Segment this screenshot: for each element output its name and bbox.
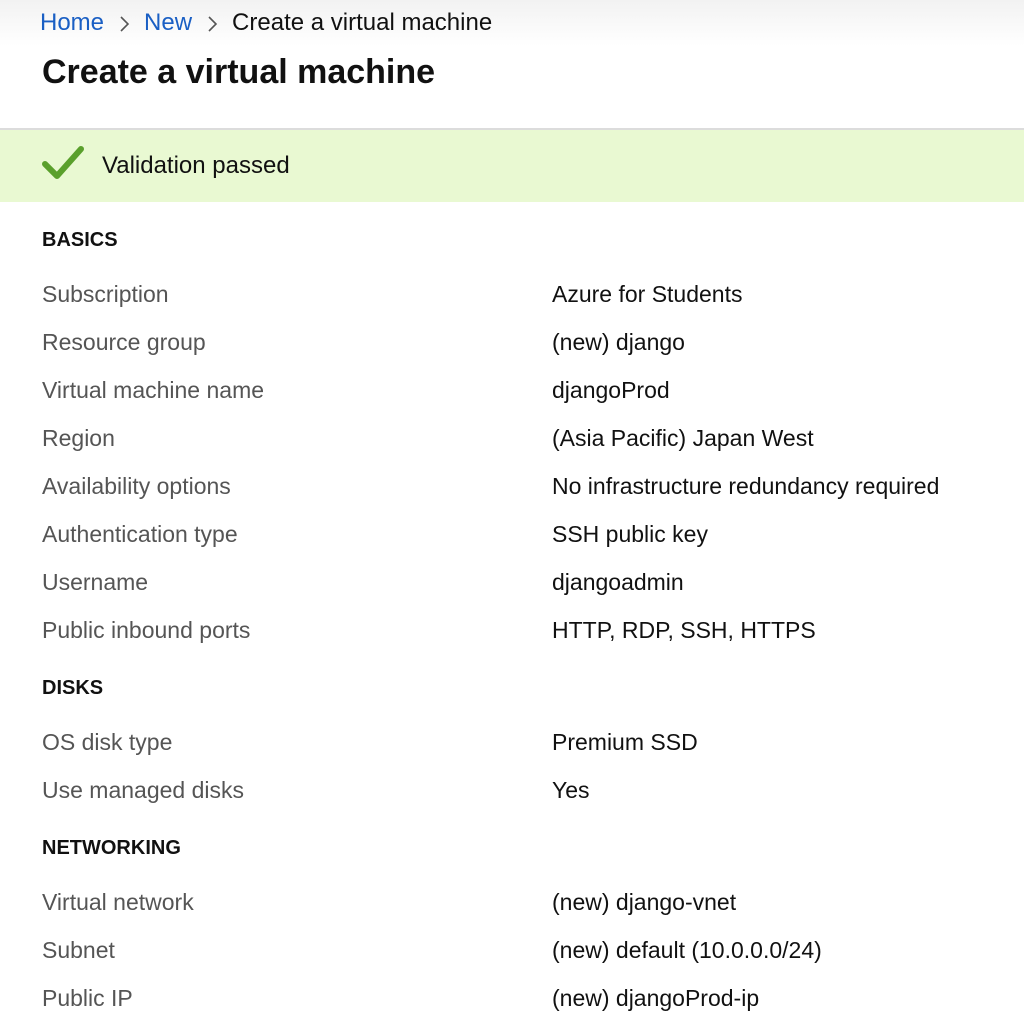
row-value: djangoProd (552, 376, 670, 403)
summary-row: Use managed disks Yes (42, 766, 1024, 814)
summary-row: Resource group (new) django (42, 318, 1024, 366)
validation-banner: Validation passed (0, 130, 1024, 202)
breadcrumb-home-link[interactable]: Home (40, 9, 104, 37)
summary-row: Virtual machine name djangoProd (42, 366, 1024, 414)
summary-row: Subnet (new) default (10.0.0.0/24) (42, 926, 1024, 974)
row-value: (new) django (552, 328, 685, 355)
row-value: SSH public key (552, 520, 708, 547)
row-label: Virtual machine name (42, 376, 265, 403)
chevron-right-icon (104, 9, 144, 37)
summary-row: Availability options No infrastructure r… (42, 462, 1024, 510)
section-header-disks: DISKS (42, 677, 104, 699)
summary-row: Authentication type SSH public key (42, 510, 1024, 558)
summary-row: Subscription Azure for Students (42, 270, 1024, 318)
row-value: Azure for Students (552, 280, 743, 307)
row-value: (new) djangoProd-ip (552, 984, 760, 1011)
row-label: Virtual network (42, 888, 194, 915)
row-value: (Asia Pacific) Japan West (552, 424, 814, 451)
page-title: Create a virtual machine (42, 53, 436, 91)
row-value: No infrastructure redundancy required (552, 472, 940, 499)
chevron-right-icon (192, 9, 232, 37)
check-icon (42, 145, 102, 188)
row-label: Public IP (42, 984, 133, 1011)
summary-row: Username djangoadmin (42, 558, 1024, 606)
row-value: Premium SSD (552, 728, 698, 755)
summary-row: Region (Asia Pacific) Japan West (42, 414, 1024, 462)
validation-message: Validation passed (102, 152, 290, 179)
row-label: Use managed disks (42, 776, 244, 803)
summary-row: Virtual network (new) django-vnet (42, 878, 1024, 926)
row-label: Public inbound ports (42, 616, 251, 643)
breadcrumb-current: Create a virtual machine (232, 9, 493, 36)
row-label: Resource group (42, 328, 206, 355)
row-value: djangoadmin (552, 568, 684, 595)
summary-row: Public inbound ports HTTP, RDP, SSH, HTT… (42, 606, 1024, 654)
row-label: Availability options (42, 472, 231, 499)
row-label: Subscription (42, 280, 169, 307)
basics-section: BASICS Subscription Azure for Students R… (0, 216, 1024, 654)
breadcrumb-new-link[interactable]: New (144, 9, 192, 37)
row-label: OS disk type (42, 728, 173, 755)
section-header-basics: BASICS (42, 229, 118, 251)
row-value: (new) default (10.0.0.0/24) (552, 936, 822, 963)
row-value: Yes (552, 776, 590, 803)
row-label: Username (42, 568, 149, 595)
summary-row: Public IP (new) djangoProd-ip (42, 974, 1024, 1022)
section-header-networking: NETWORKING (42, 837, 181, 859)
disks-section: DISKS OS disk type Premium SSD Use manag… (0, 664, 1024, 814)
row-value: (new) django-vnet (552, 888, 737, 915)
networking-section: NETWORKING Virtual network (new) django-… (0, 824, 1024, 1022)
row-label: Region (42, 424, 115, 451)
summary-row: OS disk type Premium SSD (42, 718, 1024, 766)
row-label: Subnet (42, 936, 115, 963)
row-label: Authentication type (42, 520, 238, 547)
row-value: HTTP, RDP, SSH, HTTPS (552, 616, 816, 643)
